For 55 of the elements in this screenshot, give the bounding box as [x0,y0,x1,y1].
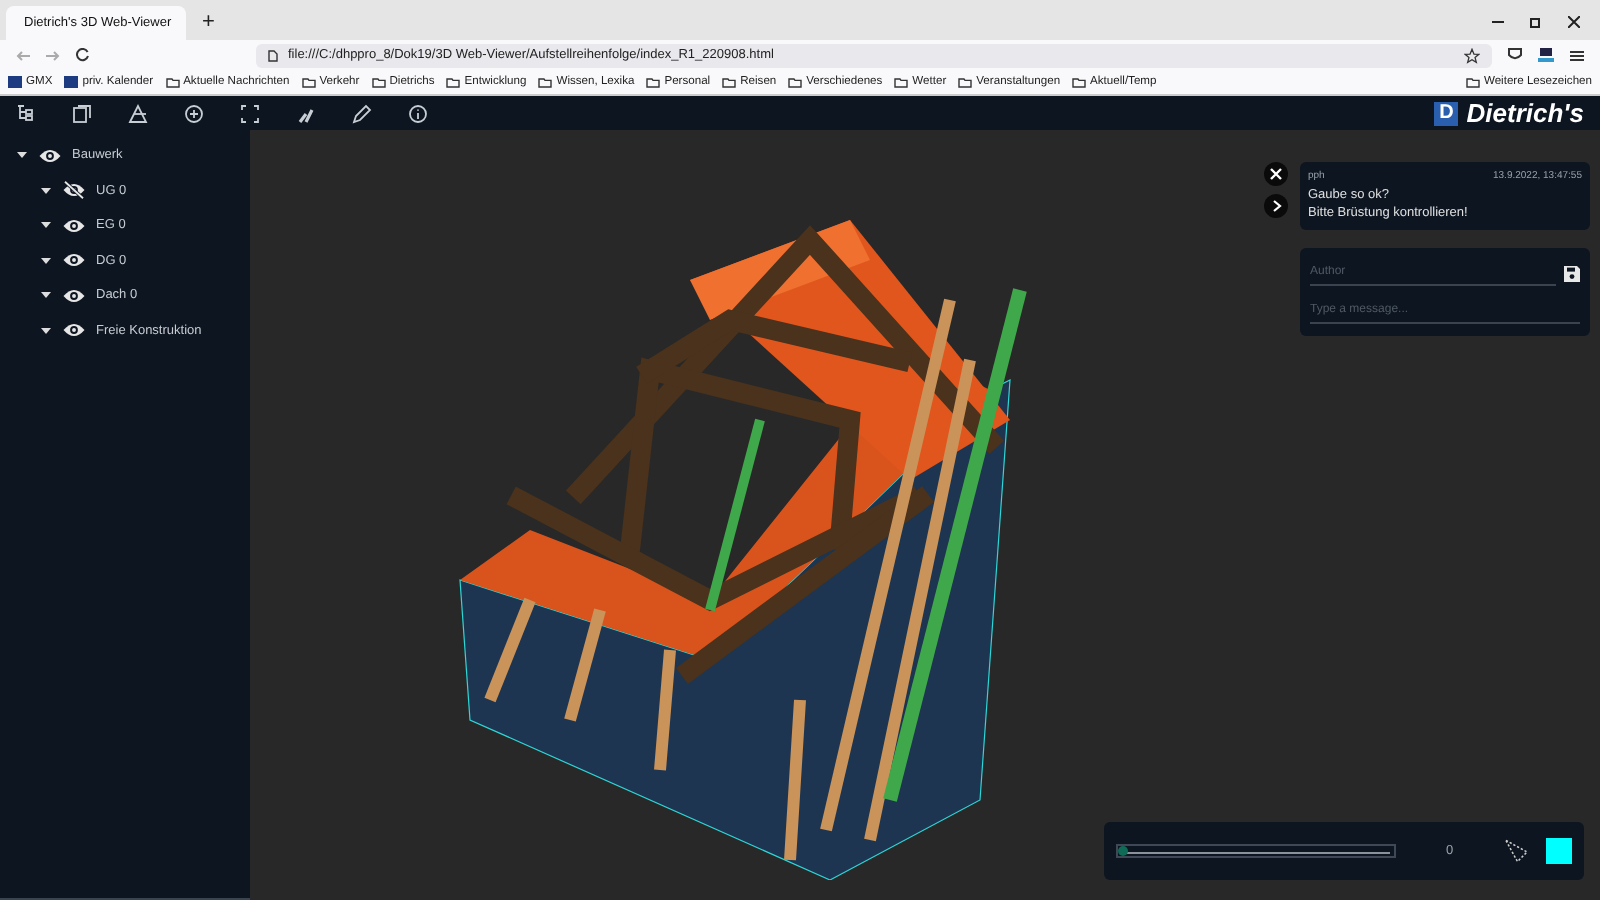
layers-icon[interactable] [72,103,92,123]
eye-icon[interactable] [38,145,62,166]
eye-slash-icon[interactable] [62,180,86,201]
eye-icon[interactable] [62,320,86,341]
file-icon [268,49,278,61]
new-tab-button[interactable]: + [202,10,215,34]
folder-icon [165,77,180,87]
site-icon [64,76,79,88]
folder-icon [958,77,973,87]
folder-icon [446,77,461,87]
folder-icon [371,77,386,87]
slider-thumb[interactable] [1118,846,1128,856]
folder-icon [301,77,316,87]
folder-icon [788,77,803,87]
close-icon[interactable] [1568,16,1580,28]
menu-icon[interactable] [1570,49,1584,61]
measure-icon[interactable] [296,103,316,123]
restore-icon[interactable] [1530,16,1542,28]
section-icon[interactable] [128,103,148,123]
zoom-icon[interactable] [184,103,204,123]
reload-icon[interactable] [76,48,90,62]
caret-icon[interactable] [40,185,52,196]
folder-icon [538,77,553,87]
folder-icon [1072,77,1087,87]
color-swatch[interactable] [1546,838,1572,864]
close-button[interactable] [1264,162,1288,186]
folder-icon [894,77,909,87]
caret-icon[interactable] [40,290,52,301]
folder-icon [722,77,737,87]
timeline-slider[interactable] [1116,844,1396,858]
chevron-right-icon [1271,200,1281,212]
cone-icon[interactable] [1504,838,1531,864]
caret-icon[interactable] [40,220,52,231]
site-icon [8,76,22,88]
brand-name: Dietrich's [1466,98,1584,128]
info-icon[interactable] [408,103,428,123]
extension-icon[interactable] [1538,48,1554,62]
star-icon[interactable] [1464,47,1480,63]
logo: D [1434,101,1459,125]
close-icon [1270,168,1282,180]
tree-icon[interactable] [16,103,36,123]
folder-icon [1465,77,1480,87]
eye-icon[interactable] [62,250,86,271]
eye-icon[interactable] [62,215,86,236]
caret-icon[interactable] [40,325,52,336]
save-icon[interactable] [1564,265,1580,281]
folder-icon [646,77,661,87]
pencil-icon[interactable] [352,103,372,123]
fullscreen-icon[interactable] [240,103,260,123]
eye-icon[interactable] [62,285,86,306]
shield-icon[interactable] [1508,48,1522,62]
next-button[interactable] [1264,194,1288,218]
minimize-icon[interactable] [1492,16,1504,28]
caret-icon[interactable] [16,150,28,161]
caret-icon[interactable] [40,255,52,266]
